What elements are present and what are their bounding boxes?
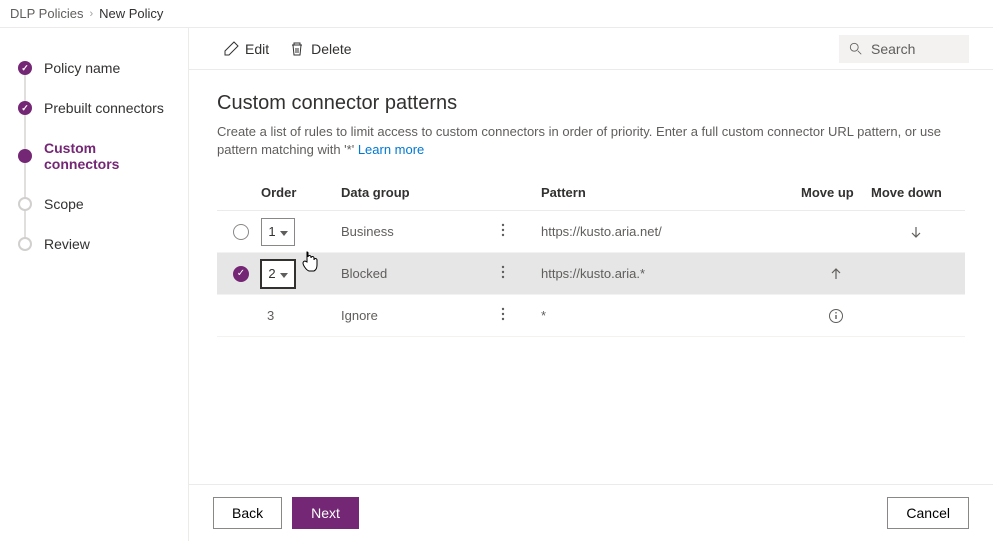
toolbar: Edit Delete Search (189, 28, 993, 70)
step-done-icon (18, 101, 32, 115)
desc-text: Create a list of rules to limit access t… (217, 124, 941, 157)
wizard-footer: Back Next Cancel (189, 484, 993, 541)
step-label: Policy name (44, 60, 120, 76)
delete-label: Delete (311, 41, 351, 57)
pattern-cell: https://kusto.aria.net/ (541, 224, 801, 239)
search-input[interactable]: Search (839, 35, 969, 63)
data-group-cell: Ignore (341, 308, 501, 323)
data-group-cell: Business (341, 224, 501, 239)
page-description: Create a list of rules to limit access t… (217, 123, 965, 159)
step-label: Review (44, 236, 90, 252)
move-up-icon[interactable] (828, 266, 844, 282)
wizard-sidebar: Policy name Prebuilt connectors Custom c… (0, 28, 189, 541)
learn-more-link[interactable]: Learn more (358, 142, 424, 157)
breadcrumb-current: New Policy (99, 6, 163, 21)
col-move-up[interactable]: Move up (801, 185, 871, 200)
delete-icon (289, 41, 305, 57)
info-icon[interactable] (828, 308, 844, 324)
patterns-table: Order Data group Pattern Move up Move do… (217, 179, 965, 337)
edit-label: Edit (245, 41, 269, 57)
col-order[interactable]: Order (261, 185, 341, 200)
more-icon[interactable] (501, 307, 505, 321)
step-done-icon (18, 61, 32, 75)
order-cell: 3 (261, 308, 341, 323)
breadcrumb-sep: › (89, 8, 93, 20)
step-scope[interactable]: Scope (0, 184, 188, 224)
row-select[interactable] (233, 224, 249, 240)
order-dropdown[interactable]: 1 (261, 218, 295, 246)
step-pending-icon (18, 197, 32, 211)
next-button[interactable]: Next (292, 497, 359, 529)
order-dropdown[interactable]: 2 (261, 260, 295, 288)
more-icon[interactable] (501, 265, 505, 279)
pattern-cell: * (541, 308, 801, 323)
step-custom-connectors[interactable]: Custom connectors (0, 128, 188, 184)
pattern-cell: https://kusto.aria.* (541, 266, 801, 281)
edit-icon (223, 41, 239, 57)
cancel-button[interactable]: Cancel (887, 497, 969, 529)
table-row[interactable]: 3 Ignore * (217, 295, 965, 337)
search-icon (849, 42, 863, 56)
step-label: Scope (44, 196, 84, 212)
chevron-down-icon (280, 224, 288, 239)
back-button[interactable]: Back (213, 497, 282, 529)
step-pending-icon (18, 237, 32, 251)
data-group-cell: Blocked (341, 266, 501, 281)
breadcrumb: DLP Policies › New Policy (0, 0, 993, 28)
step-current-icon (18, 149, 32, 163)
step-review[interactable]: Review (0, 224, 188, 264)
step-label: Custom connectors (44, 140, 170, 172)
delete-button[interactable]: Delete (279, 35, 361, 63)
step-prebuilt-connectors[interactable]: Prebuilt connectors (0, 88, 188, 128)
search-placeholder: Search (871, 41, 915, 57)
more-icon[interactable] (501, 223, 505, 237)
page-title: Custom connector patterns (217, 92, 965, 115)
col-pattern[interactable]: Pattern (541, 185, 801, 200)
col-move-down[interactable]: Move down (871, 185, 961, 200)
step-label: Prebuilt connectors (44, 100, 164, 116)
breadcrumb-parent[interactable]: DLP Policies (10, 6, 83, 21)
chevron-down-icon (280, 266, 288, 281)
step-policy-name[interactable]: Policy name (0, 48, 188, 88)
row-select[interactable] (233, 266, 249, 282)
edit-button[interactable]: Edit (213, 35, 279, 63)
col-data-group[interactable]: Data group (341, 185, 501, 200)
table-row[interactable]: 1 Business https://kusto.aria.net/ (217, 211, 965, 253)
move-down-icon[interactable] (908, 224, 924, 240)
table-row[interactable]: 2 Blocked https://kusto.aria.* (217, 253, 965, 295)
